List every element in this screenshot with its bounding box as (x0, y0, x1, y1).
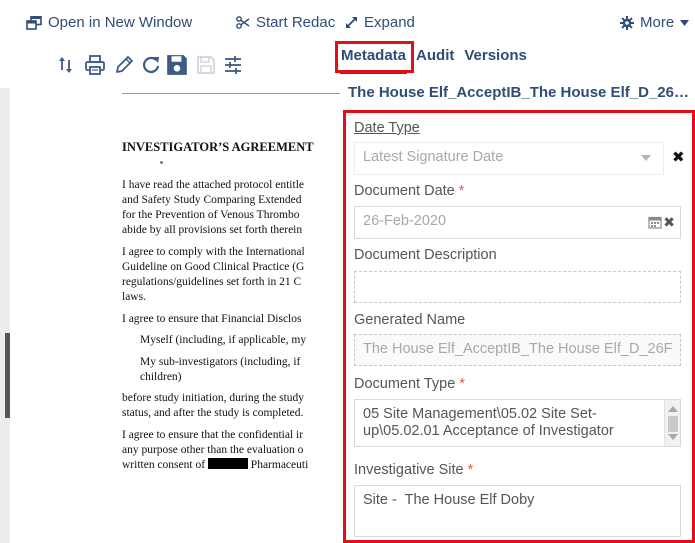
tab-audit[interactable]: Audit (415, 44, 455, 74)
document-page: INVESTIGATOR’S AGREEMENT I have read the… (92, 88, 340, 543)
caret-down-icon (680, 19, 690, 26)
tab-metadata[interactable]: Metadata (340, 44, 408, 74)
document-title: INVESTIGATOR’S AGREEMENT (122, 140, 314, 154)
document-line: regulations/guidelines set forth in 21 C (122, 276, 302, 288)
document-line: status, and after the study is completed… (122, 407, 304, 419)
document-line: Myself (including, if applicable, my (140, 334, 307, 346)
document-line: children) (140, 371, 182, 383)
chevron-down-icon (641, 155, 651, 161)
start-redaction-button[interactable]: Start Redac (236, 14, 335, 31)
document-line: for the Prevention of Venous Thrombo (122, 209, 300, 221)
document-line: My sub-investigators (including, if (140, 356, 301, 368)
document-line: Guideline on Good Clinical Practice (G (122, 261, 305, 273)
document-type-textarea[interactable]: 05 Site Management\05.02 Site Set-up\05.… (354, 399, 681, 447)
document-line: any purpose other than the evaluation o (122, 444, 304, 456)
viewer-side-strip (0, 88, 10, 543)
start-redaction-label: Start Redac (256, 14, 336, 31)
document-date-label: Document Date * (354, 183, 465, 199)
open-in-new-window-label: Open in New Window (48, 14, 193, 31)
document-type-value: 05 Site Management\05.02 Site Set-up\05.… (363, 406, 614, 439)
metadata-panel: Metadata Audit Versions The House Elf_Ac… (335, 41, 695, 543)
top-toolbar: Open in New Window Start Redac Expand Mo… (0, 0, 695, 44)
sort-arrows-icon[interactable] (55, 54, 77, 76)
page-divider (122, 93, 340, 94)
scroll-thumb[interactable] (668, 416, 678, 432)
generated-name-label: Generated Name (354, 312, 466, 328)
date-type-value: Latest Signature Date (363, 149, 504, 165)
sliders-icon[interactable] (222, 54, 244, 76)
print-icon[interactable] (84, 54, 106, 76)
document-line: I have read the attached protocol entitl… (122, 179, 304, 191)
calendar-icon[interactable] (648, 215, 662, 233)
document-type-label: Document Type * (354, 376, 465, 392)
redaction-block (207, 458, 248, 469)
document-line: written consent of Pharmaceuti (122, 458, 308, 472)
viewer-side-marker (5, 333, 10, 418)
panel-tabs: Metadata Audit Versions (340, 44, 528, 74)
document-date-value: 26-Feb-2020 (363, 213, 447, 229)
more-label: More (640, 14, 675, 31)
document-description-input[interactable] (354, 271, 681, 303)
clear-date-type-icon[interactable]: ✖ (672, 150, 685, 165)
date-type-label: Date Type (354, 120, 420, 136)
document-line: abide by all provisions set forth therei… (122, 224, 303, 236)
document-viewer: INVESTIGATOR’S AGREEMENT I have read the… (0, 44, 340, 543)
expand-label: Expand (364, 14, 415, 31)
save-icon[interactable] (165, 53, 189, 77)
new-window-icon (26, 15, 42, 30)
expand-arrows-icon (345, 16, 358, 29)
document-text: written consent of (122, 459, 206, 471)
more-menu-button[interactable]: More (620, 14, 690, 31)
clear-date-icon[interactable]: ✖ (663, 214, 675, 231)
document-line: I agree to ensure that Financial Disclos (122, 313, 302, 325)
pencil-icon[interactable] (113, 54, 135, 76)
open-in-new-window-button[interactable]: Open in New Window (26, 14, 192, 31)
document-name-heading: The House Elf_AcceptIB_The House Elf_D_2… (348, 84, 695, 101)
expand-button[interactable]: Expand (345, 14, 415, 31)
refresh-icon[interactable] (140, 54, 162, 76)
scroll-down-icon[interactable] (668, 434, 678, 440)
document-line: before study initiation, during the stud… (122, 392, 305, 404)
document-line: and Safety Study Comparing Extended (122, 194, 302, 206)
document-line: laws. (122, 291, 146, 303)
investigative-site-label: Investigative Site * (354, 462, 474, 478)
document-type-scrollbar[interactable] (664, 400, 680, 446)
tab-versions[interactable]: Versions (463, 44, 528, 74)
document-description-label: Document Description (354, 247, 497, 263)
investigative-site-field[interactable]: Site - The House Elf Doby (354, 485, 681, 537)
document-line: I agree to ensure that the confidential … (122, 429, 304, 441)
scissors-icon (236, 16, 250, 29)
document-line: I agree to comply with the International (122, 246, 305, 258)
gear-icon (620, 15, 634, 30)
save-disabled-icon (195, 54, 217, 76)
date-type-select[interactable]: Latest Signature Date (354, 142, 664, 175)
generated-name-field: The House Elf_AcceptIB_The House Elf_D_2… (354, 334, 681, 366)
document-text: Pharmaceuti (250, 459, 309, 471)
document-date-field[interactable]: 26-Feb-2020 ✖ (354, 206, 681, 239)
viewer-toolbar (0, 44, 340, 88)
document-mark (160, 161, 163, 164)
scroll-up-icon[interactable] (668, 406, 678, 412)
